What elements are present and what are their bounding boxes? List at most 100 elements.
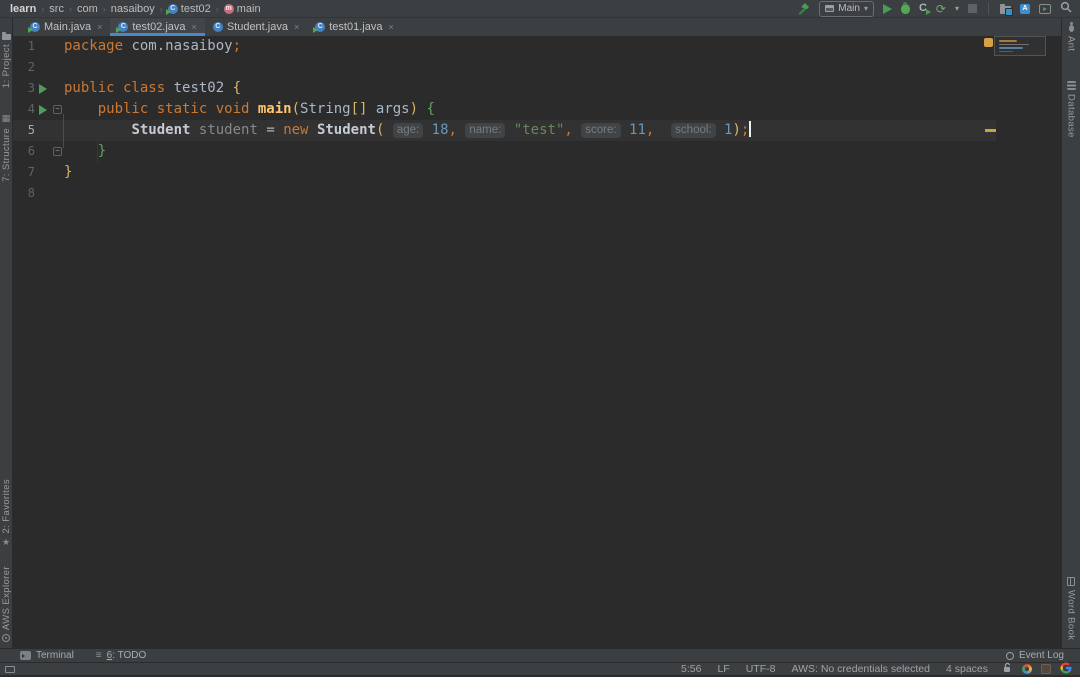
breadcrumb-item[interactable]: learn xyxy=(10,3,36,15)
aws-credentials[interactable]: AWS: No credentials selected xyxy=(791,663,930,675)
code-line[interactable]: 5 Student student = new Student( age: 18… xyxy=(13,120,1061,141)
token xyxy=(418,101,426,117)
breadcrumb-item[interactable]: nasaiboy xyxy=(111,3,155,15)
token: public class xyxy=(64,80,165,96)
toolwindow-toggle-icon[interactable] xyxy=(5,666,15,673)
toolwindow-button-aws-explorer[interactable]: AWS Explorer xyxy=(1,566,12,642)
search-everywhere-icon[interactable] xyxy=(1060,0,1072,18)
project-structure-icon[interactable] xyxy=(1000,6,1011,14)
line-number[interactable]: 3 xyxy=(13,78,35,99)
app-window-icon xyxy=(825,5,834,12)
line-number[interactable]: 7 xyxy=(13,162,35,183)
tab-test01.java[interactable]: Ctest01.java× xyxy=(307,18,401,36)
tab-Main.java[interactable]: CMain.java× xyxy=(22,18,110,36)
project-folder-icon xyxy=(2,34,11,40)
token: "test" xyxy=(514,122,565,138)
gutter-icon-slot xyxy=(35,105,51,115)
line-number[interactable]: 8 xyxy=(13,183,35,204)
tab-Student.java[interactable]: CStudent.java× xyxy=(205,18,307,36)
caret-position[interactable]: 5:56 xyxy=(681,663,701,675)
token: public static void xyxy=(98,101,250,117)
line-number[interactable]: 6 xyxy=(13,141,35,162)
fold-collapse-icon[interactable]: − xyxy=(53,105,62,114)
tab-label: Student.java xyxy=(227,21,288,33)
run-anything-icon[interactable] xyxy=(1039,4,1051,14)
colored-gear-icon[interactable] xyxy=(1022,664,1032,674)
build-hammer-icon[interactable] xyxy=(797,2,810,15)
token xyxy=(457,122,465,138)
line-number[interactable]: 4 xyxy=(13,99,35,120)
google-translate-icon[interactable] xyxy=(1060,662,1072,677)
code-line[interactable]: 8 xyxy=(13,183,1061,204)
token: args xyxy=(367,101,409,117)
run-icon[interactable] xyxy=(883,4,892,14)
line-number[interactable]: 2 xyxy=(13,57,35,78)
code-line[interactable]: 7} xyxy=(13,162,1061,183)
token xyxy=(190,122,198,138)
profiler-dropdown-icon[interactable]: ▾ xyxy=(955,5,959,13)
caret-row-marker xyxy=(985,129,996,132)
breadcrumb-item[interactable]: Ctest02 xyxy=(168,3,211,15)
unlocked-lock-icon[interactable] xyxy=(1002,662,1013,676)
fold-end-icon[interactable]: − xyxy=(53,147,62,156)
breadcrumb-item[interactable]: mmain xyxy=(224,3,261,15)
token xyxy=(309,122,317,138)
file-encoding[interactable]: UTF-8 xyxy=(746,663,776,675)
mnemonic-char: 6 xyxy=(107,650,113,661)
run-line-icon[interactable] xyxy=(39,105,47,115)
code-line[interactable]: 1package com.nasaiboy; xyxy=(13,36,1061,57)
left-stripe-top: 1: Project ▦7: Structure xyxy=(0,18,12,182)
token xyxy=(573,122,581,138)
debug-bug-icon[interactable] xyxy=(901,4,910,14)
code-line[interactable]: 3public class test02 { xyxy=(13,78,1061,99)
token xyxy=(64,122,131,138)
token: test02 xyxy=(165,80,232,96)
tab-label: test01.java xyxy=(329,21,382,33)
method-icon: m xyxy=(224,4,234,14)
token: Student xyxy=(317,122,376,138)
toolwindow-button-ant[interactable]: Ant xyxy=(1066,25,1077,51)
tab-test02.java[interactable]: Ctest02.java× xyxy=(110,18,204,36)
code-line[interactable]: 2 xyxy=(13,57,1061,78)
line-number[interactable]: 1 xyxy=(13,36,35,57)
run-with-coverage-icon[interactable]: C xyxy=(919,3,927,14)
line-separator[interactable]: LF xyxy=(717,663,729,675)
aws-explorer-icon xyxy=(2,634,10,642)
toolwindow-button-event-log[interactable]: Event Log xyxy=(1006,650,1064,661)
toolwindow-button-terminal[interactable]: Terminal xyxy=(20,650,74,661)
run-line-icon[interactable] xyxy=(39,84,47,94)
token xyxy=(654,122,671,138)
toolwindow-button-database[interactable]: Database xyxy=(1066,81,1077,138)
editor-pane[interactable]: 1package com.nasaiboy;23 public class tes… xyxy=(13,36,1061,648)
toolwindow-button-label: Event Log xyxy=(1019,650,1064,661)
toolwindow-button-label: Word Book xyxy=(1066,590,1077,640)
token xyxy=(716,122,724,138)
breadcrumb-item[interactable]: com xyxy=(77,3,98,15)
close-icon[interactable]: × xyxy=(97,23,102,32)
breadcrumb-item[interactable]: src xyxy=(49,3,64,15)
token: Student xyxy=(131,122,190,138)
translate-icon[interactable]: A xyxy=(1020,4,1030,14)
breadcrumb-separator: › xyxy=(159,4,164,14)
todo-list-icon: ≡ xyxy=(96,651,102,661)
close-icon[interactable]: × xyxy=(294,23,299,32)
profiler-icon[interactable]: ⟳ xyxy=(936,3,946,15)
plugin-icon[interactable] xyxy=(1041,664,1051,674)
toolwindow-button-7-structure[interactable]: ▦7: Structure xyxy=(1,114,12,182)
toolwindow-button-2-favorites[interactable]: 2: Favorites★ xyxy=(1,479,12,547)
toolwindow-button-1-project[interactable]: 1: Project xyxy=(1,32,12,88)
code-text: Student student = new Student( age: 18, … xyxy=(64,120,751,141)
toolwindow-button-label: AWS Explorer xyxy=(1,566,12,630)
toolwindow-button-6-todo[interactable]: ≡6: TODO xyxy=(96,650,147,661)
close-icon[interactable]: × xyxy=(192,23,197,32)
toolwindow-button-word-book[interactable]: Word Book xyxy=(1066,577,1077,640)
token: student xyxy=(199,122,258,138)
token: String xyxy=(300,101,351,117)
run-config-selector[interactable]: Main▾ xyxy=(819,1,874,17)
line-number[interactable]: 5 xyxy=(13,120,35,141)
code-text: } xyxy=(64,162,72,183)
code-line[interactable]: 6− } xyxy=(13,141,1061,162)
close-icon[interactable]: × xyxy=(388,23,393,32)
code-line[interactable]: 4− public static void main(String[] args… xyxy=(13,99,1061,120)
indent-info[interactable]: 4 spaces xyxy=(946,663,988,675)
